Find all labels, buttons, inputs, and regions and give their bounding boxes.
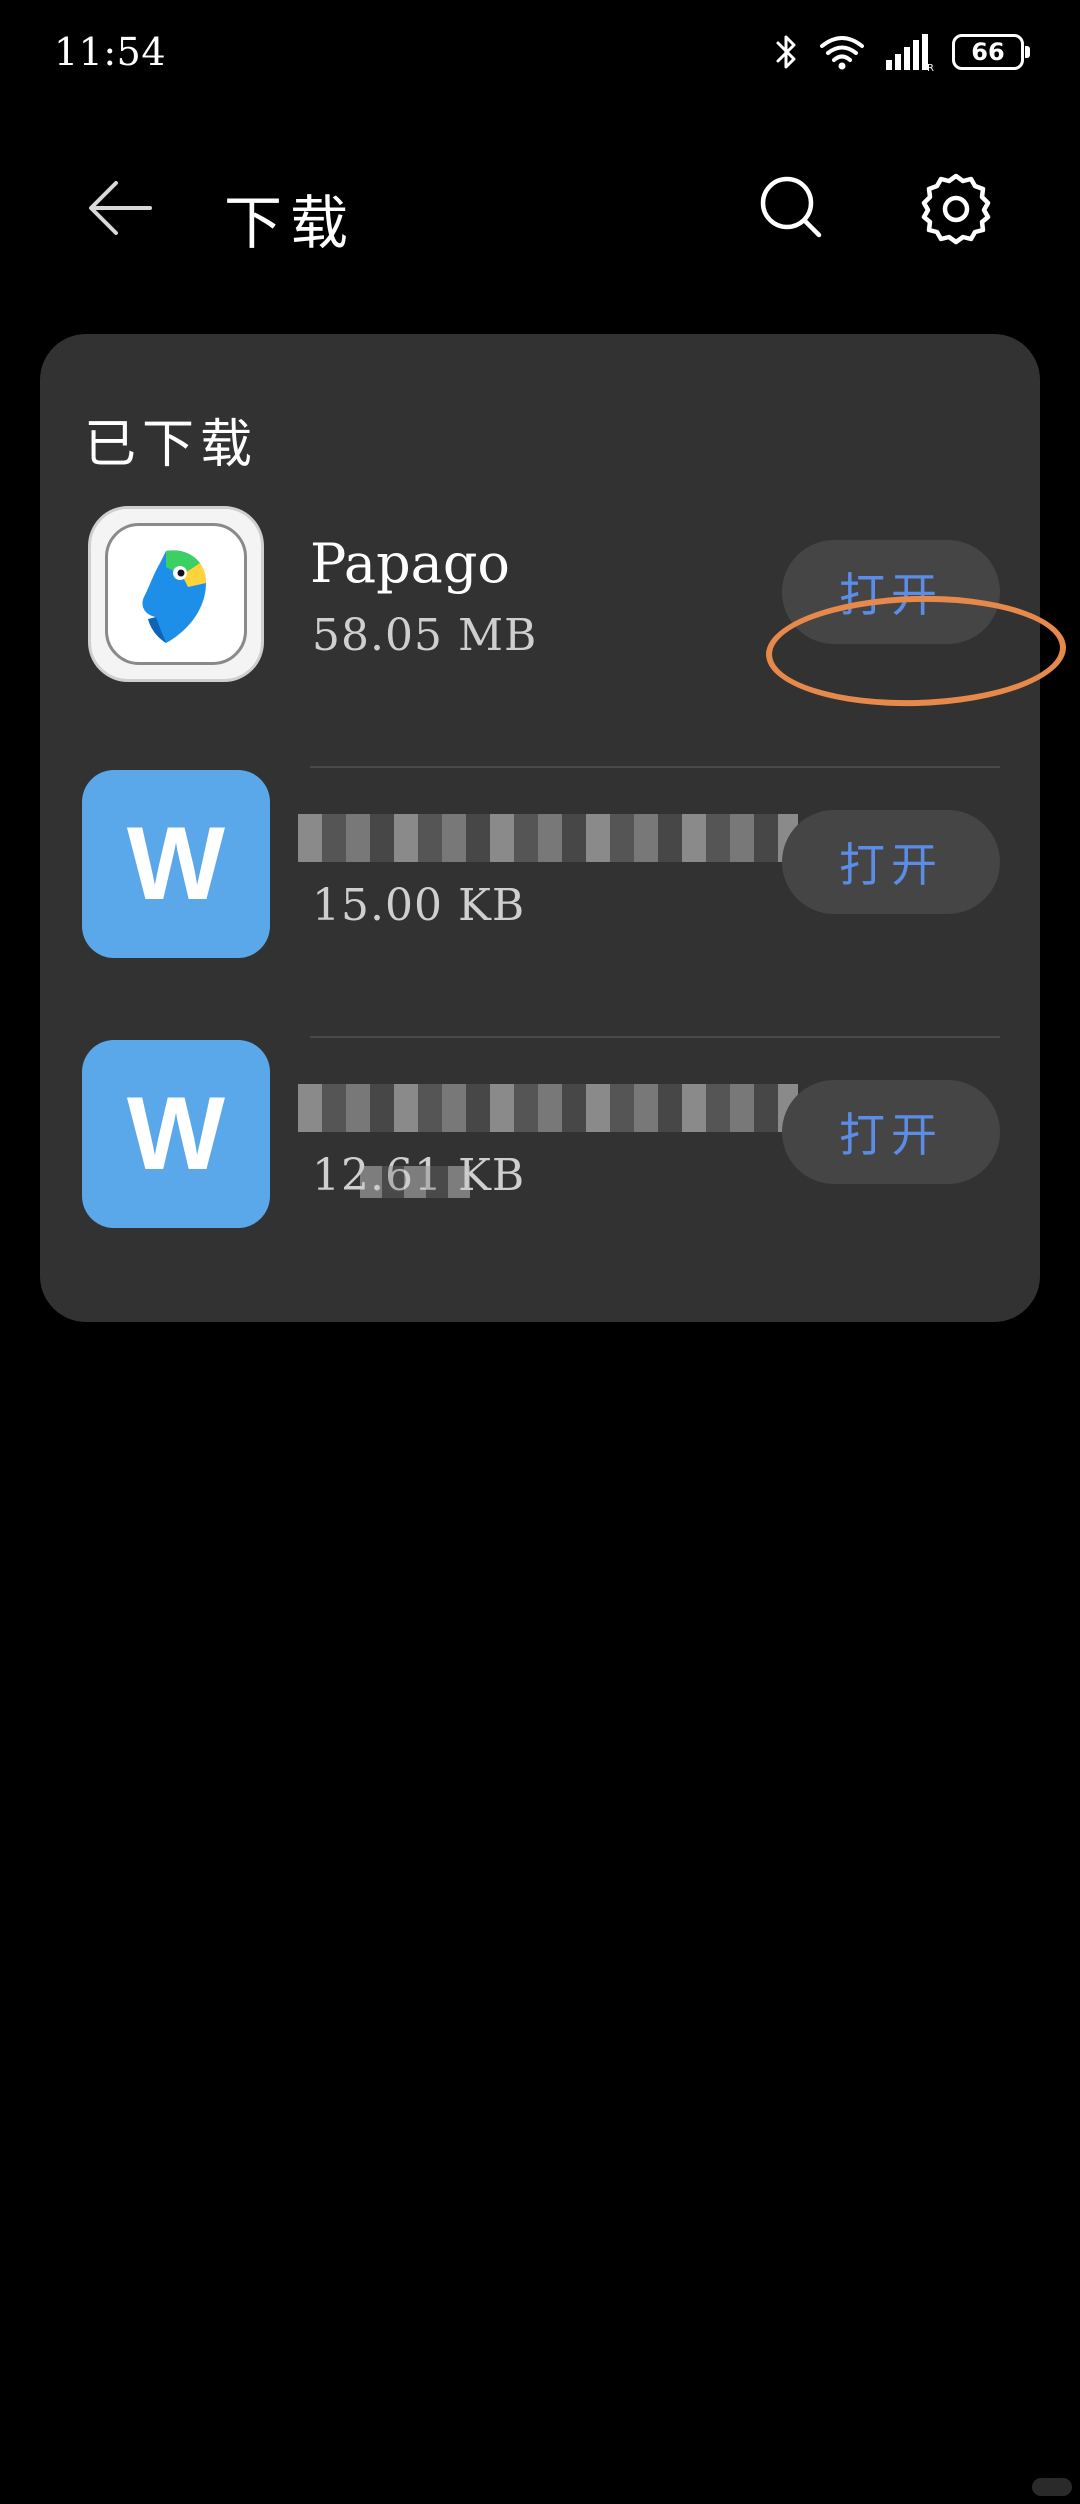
redacted-filename: [298, 814, 798, 862]
app-header: 下载: [0, 150, 1080, 270]
list-item[interactable]: W 12.61 KB 打开: [40, 1040, 1040, 1310]
status-time: 11:54: [54, 30, 167, 74]
divider: [310, 1036, 1000, 1038]
document-w-icon: W: [82, 1040, 270, 1228]
document-w-icon: W: [82, 770, 270, 958]
settings-button[interactable]: [916, 170, 996, 250]
battery-level: 66: [971, 38, 1005, 66]
item-size: 15.00 KB: [312, 880, 526, 931]
cellular-signal-icon: R: [884, 32, 934, 72]
item-size: 58.05 MB: [312, 610, 538, 661]
battery-icon: 66: [952, 34, 1030, 70]
redacted-size-unit: [360, 1166, 470, 1198]
item-name: Papago: [310, 532, 510, 595]
papago-parrot-icon: [88, 506, 264, 682]
status-bar: 11:54 R 66: [0, 0, 1080, 100]
open-button-label: 打开: [839, 838, 943, 892]
gear-icon: [918, 170, 994, 250]
search-button[interactable]: [752, 170, 832, 250]
divider: [310, 766, 1000, 768]
downloads-card: 已下载 Papago 58.05 MB 打开 W 15.00 KB 打开 W K…: [40, 334, 1040, 1322]
status-icons: R 66: [774, 30, 1030, 74]
watermark: [1032, 2478, 1072, 2496]
open-button[interactable]: 打开: [782, 810, 1000, 914]
svg-text:R: R: [927, 63, 934, 72]
redacted-filename: [298, 1084, 798, 1132]
doc-icon-letter: W: [126, 1076, 226, 1192]
wifi-icon: [818, 32, 866, 72]
search-icon: [757, 173, 827, 247]
open-button[interactable]: 打开: [782, 1080, 1000, 1184]
list-item[interactable]: W 15.00 KB 打开: [40, 770, 1040, 1040]
page-title: 下载: [224, 189, 357, 257]
section-title: 已下载: [84, 415, 259, 475]
back-button[interactable]: [80, 174, 160, 246]
doc-icon-letter: W: [126, 806, 226, 922]
open-button-label: 打开: [839, 1108, 943, 1162]
back-arrow-icon: [84, 177, 156, 243]
bluetooth-icon: [774, 32, 800, 72]
